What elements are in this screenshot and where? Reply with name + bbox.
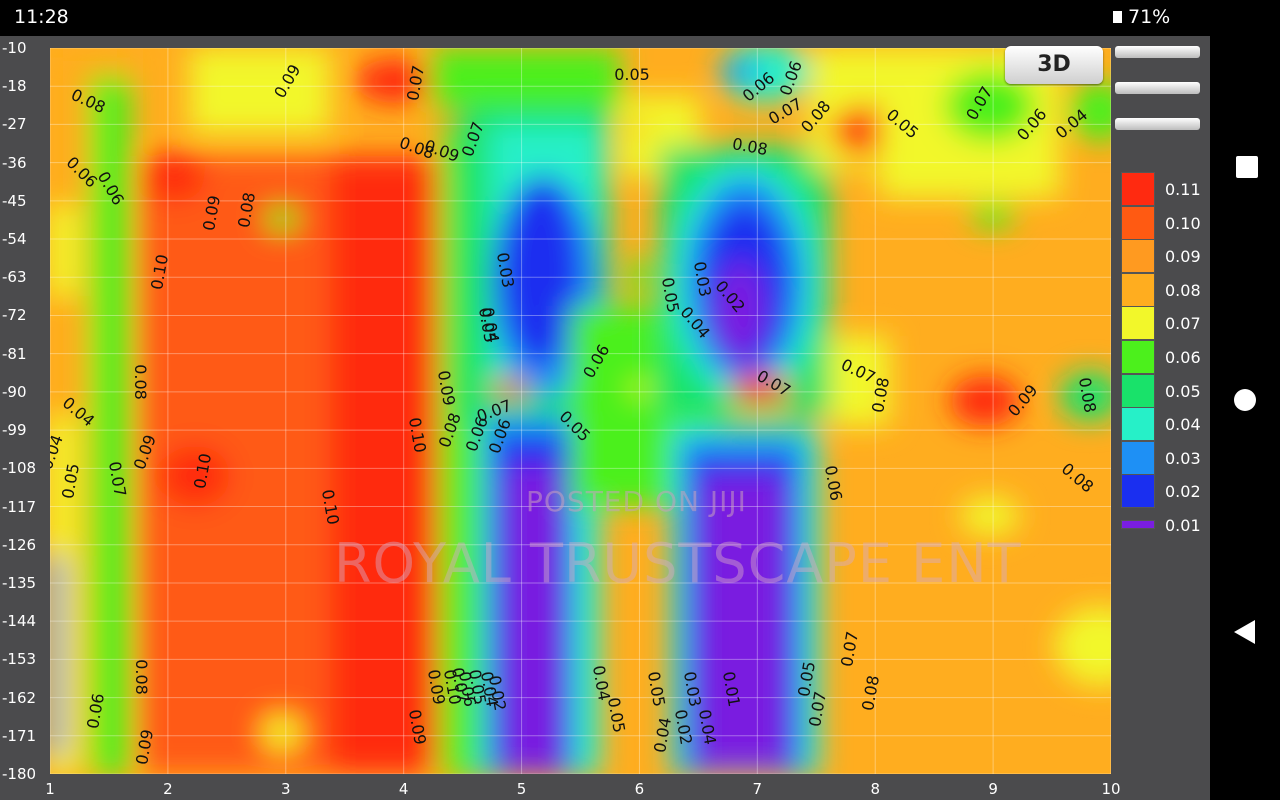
contour-region	[628, 258, 652, 294]
legend-item: 0.02	[1121, 474, 1206, 509]
legend-value: 0.08	[1165, 280, 1201, 300]
legend-swatch	[1121, 239, 1155, 274]
legend-value: 0.11	[1165, 180, 1201, 199]
x-tick-label: 9	[988, 780, 998, 798]
legend-item: 0.11	[1121, 172, 1206, 206]
legend-swatch	[1121, 474, 1155, 509]
legend-swatch	[1121, 272, 1155, 307]
y-tick-label: -72	[2, 306, 27, 325]
x-tick-label: 10	[1101, 780, 1121, 798]
legend-swatch	[1121, 520, 1155, 529]
legend-value: 0.07	[1165, 314, 1201, 334]
y-tick-label: -81	[2, 344, 27, 363]
y-tick-label: -90	[2, 382, 27, 401]
legend-value: 0.06	[1165, 348, 1201, 367]
legend-value: 0.03	[1165, 448, 1201, 468]
legend-swatch	[1121, 205, 1155, 240]
legend-swatch	[1121, 172, 1155, 206]
contour-region	[430, 48, 620, 108]
contour-region	[630, 121, 650, 135]
y-tick-label: -54	[2, 230, 27, 249]
legend-item: 0.06	[1121, 340, 1206, 374]
y-tick-label: -63	[2, 268, 27, 287]
legend-item: 0.04	[1121, 407, 1206, 442]
status-battery: 71%	[1113, 6, 1170, 28]
y-tick-label: -99	[2, 421, 27, 440]
y-tick-label: -180	[2, 765, 37, 783]
contour-region	[330, 156, 430, 774]
legend-value: 0.02	[1165, 482, 1201, 502]
x-tick-label: 7	[752, 780, 763, 798]
contour-plot-area[interactable]: 0.08 0.09 0.07 0.05 0.06 0.06 0.08 0.09 0.07 0.08…	[0, 36, 1210, 800]
y-tick-label: -18	[2, 77, 27, 96]
contour-region	[492, 379, 528, 399]
y-tick-label: -108	[2, 459, 37, 478]
y-tick-label: -45	[2, 191, 27, 210]
back-button[interactable]	[1234, 620, 1255, 644]
watermark-company: ROYAL TRUSTSCAPE ENT	[334, 532, 1022, 595]
watermark-posted: POSTED ON JIJI	[526, 485, 747, 518]
contour-region	[960, 496, 1020, 536]
y-tick-label: -135	[2, 573, 37, 592]
legend-item: 0.10	[1121, 205, 1206, 240]
legend-item: 0.05	[1121, 373, 1206, 408]
y-tick-label: -27	[2, 115, 27, 134]
legend-value: 0.09	[1165, 247, 1201, 267]
x-tick-label: 2	[163, 780, 173, 798]
contour-label: 0.08	[132, 659, 151, 695]
y-tick-label: -117	[2, 497, 37, 516]
x-tick-label: 3	[280, 780, 291, 798]
contour-region	[50, 206, 78, 296]
legend-item: 0.03	[1121, 440, 1206, 475]
legend-item: 0.07	[1121, 306, 1206, 341]
y-tick-label: -36	[2, 153, 27, 172]
menu-bar-2[interactable]	[1115, 82, 1200, 94]
battery-icon	[1113, 11, 1122, 23]
y-tick-label: -144	[2, 612, 37, 631]
color-legend: 0.11 0.10 0.09 0.08 0.07 0.06 0.05 0.04 0.03 0.02…	[1121, 172, 1206, 535]
x-tick-label: 1	[45, 780, 55, 798]
x-tick-label: 5	[516, 780, 527, 798]
view-3d-button[interactable]: 3D	[1005, 46, 1103, 84]
legend-swatch	[1121, 373, 1155, 408]
legend-value: 0.10	[1165, 213, 1201, 233]
legend-item: 0.01	[1121, 508, 1206, 542]
home-button[interactable]	[1234, 389, 1256, 411]
legend-swatch	[1121, 407, 1155, 442]
x-tick-label: 8	[870, 780, 880, 798]
menu-bar-3[interactable]	[1115, 118, 1200, 130]
recents-button[interactable]	[1236, 156, 1258, 178]
legend-swatch	[1121, 440, 1155, 475]
x-tick-label: 4	[398, 780, 409, 798]
y-tick-label: -162	[2, 688, 37, 707]
legend-value: 0.01	[1165, 516, 1201, 535]
status-bar: 11:28 71%	[0, 0, 1210, 36]
y-tick-label: -10	[2, 39, 27, 57]
legend-item: 0.09	[1121, 239, 1206, 274]
x-tick-label: 6	[634, 780, 645, 798]
legend-value: 0.05	[1165, 381, 1201, 401]
legend-swatch	[1121, 306, 1155, 341]
legend-swatch	[1121, 340, 1155, 374]
contour-label: 0.08	[131, 364, 150, 400]
contour-region	[266, 207, 298, 231]
legend-item: 0.08	[1121, 272, 1206, 307]
legend-value: 0.04	[1165, 415, 1201, 435]
contour-map[interactable]: 0.08 0.09 0.07 0.05 0.060.060.080.090.07 0.08…	[0, 36, 1210, 800]
contour-label: 0.05	[614, 65, 650, 84]
contour-region	[1055, 606, 1111, 686]
contour-region	[190, 48, 330, 133]
y-tick-label: -126	[2, 535, 37, 554]
contour-region	[630, 382, 650, 396]
contour-region	[262, 715, 302, 751]
status-time: 11:28	[14, 6, 69, 28]
contour-region	[145, 151, 205, 201]
battery-level: 71%	[1128, 6, 1171, 28]
y-tick-label: -171	[2, 726, 37, 745]
menu-bar-1[interactable]	[1115, 46, 1200, 58]
y-tick-label: -153	[2, 650, 37, 669]
